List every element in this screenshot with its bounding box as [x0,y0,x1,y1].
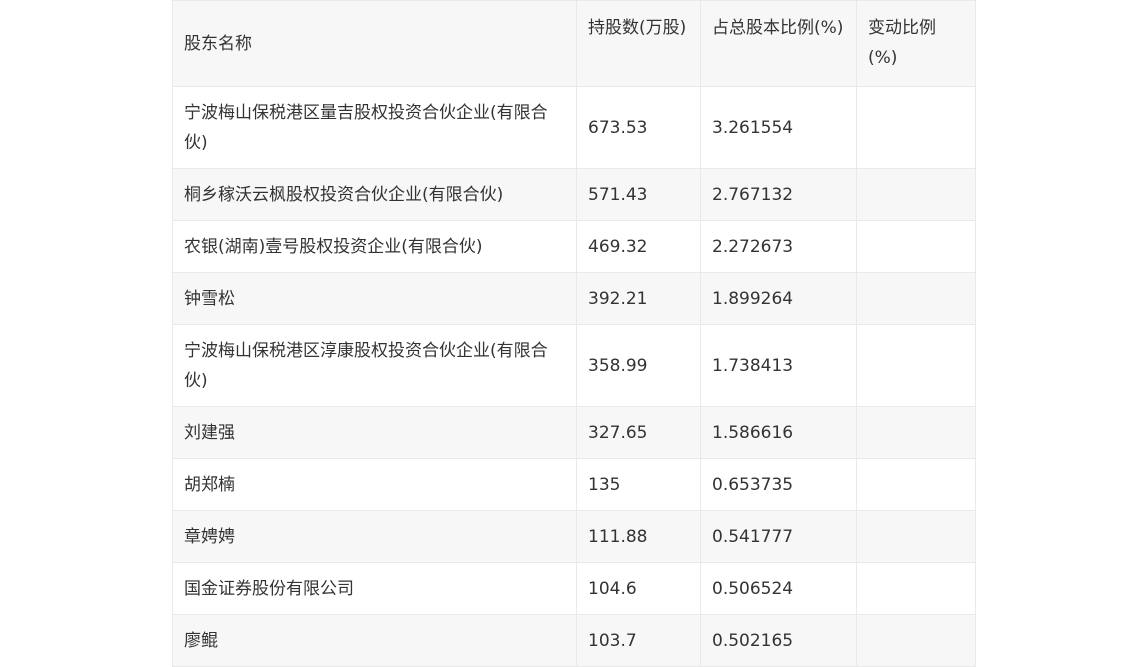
cell-change [856,272,976,325]
shareholder-table-container: 股东名称 持股数(万股) 占总股本比例(%) 变动比例(%) 宁波梅山保税港区量… [172,0,976,667]
cell-change [856,220,976,273]
table-body: 宁波梅山保税港区量吉股权投资合伙企业(有限合伙) 673.53 3.261554… [172,86,976,667]
cell-shares: 327.65 [576,406,701,459]
table-row: 宁波梅山保税港区淳康股权投资合伙企业(有限合伙) 358.99 1.738413 [172,324,976,407]
cell-shares: 571.43 [576,168,701,221]
table-header: 股东名称 持股数(万股) 占总股本比例(%) 变动比例(%) [172,0,976,87]
table-row: 桐乡稼沃云枫股权投资合伙企业(有限合伙) 571.43 2.767132 [172,168,976,221]
header-shares: 持股数(万股) [576,0,701,87]
cell-change [856,168,976,221]
cell-shares: 469.32 [576,220,701,273]
cell-shares: 103.7 [576,614,701,667]
cell-shareholder-name: 胡郑楠 [172,458,577,511]
cell-shares: 392.21 [576,272,701,325]
cell-ratio: 0.653735 [700,458,857,511]
cell-shareholder-name: 章娉娉 [172,510,577,563]
header-ratio: 占总股本比例(%) [700,0,857,87]
cell-shareholder-name: 农银(湖南)壹号股权投资企业(有限合伙) [172,220,577,273]
cell-ratio: 0.541777 [700,510,857,563]
cell-shareholder-name: 宁波梅山保税港区淳康股权投资合伙企业(有限合伙) [172,324,577,407]
cell-shareholder-name: 钟雪松 [172,272,577,325]
cell-ratio: 1.899264 [700,272,857,325]
cell-shares: 135 [576,458,701,511]
cell-ratio: 2.272673 [700,220,857,273]
cell-change [856,324,976,407]
cell-ratio: 3.261554 [700,86,857,169]
table-row: 章娉娉 111.88 0.541777 [172,510,976,563]
table-row: 廖鲲 103.7 0.502165 [172,614,976,667]
cell-ratio: 0.502165 [700,614,857,667]
cell-ratio: 2.767132 [700,168,857,221]
header-row: 股东名称 持股数(万股) 占总股本比例(%) 变动比例(%) [172,0,976,87]
cell-change [856,406,976,459]
cell-change [856,614,976,667]
cell-shares: 104.6 [576,562,701,615]
table-row: 刘建强 327.65 1.586616 [172,406,976,459]
cell-shares: 358.99 [576,324,701,407]
table-row: 农银(湖南)壹号股权投资企业(有限合伙) 469.32 2.272673 [172,220,976,273]
table-row: 钟雪松 392.21 1.899264 [172,272,976,325]
cell-change [856,510,976,563]
cell-shareholder-name: 宁波梅山保税港区量吉股权投资合伙企业(有限合伙) [172,86,577,169]
header-change: 变动比例(%) [856,0,976,87]
shareholder-table: 股东名称 持股数(万股) 占总股本比例(%) 变动比例(%) 宁波梅山保税港区量… [172,0,976,667]
table-row: 国金证券股份有限公司 104.6 0.506524 [172,562,976,615]
cell-shareholder-name: 桐乡稼沃云枫股权投资合伙企业(有限合伙) [172,168,577,221]
cell-shareholder-name: 刘建强 [172,406,577,459]
cell-change [856,86,976,169]
table-row: 宁波梅山保税港区量吉股权投资合伙企业(有限合伙) 673.53 3.261554 [172,86,976,169]
cell-ratio: 1.738413 [700,324,857,407]
cell-change [856,562,976,615]
cell-change [856,458,976,511]
cell-shares: 111.88 [576,510,701,563]
cell-ratio: 0.506524 [700,562,857,615]
cell-shareholder-name: 国金证券股份有限公司 [172,562,577,615]
header-shareholder-name: 股东名称 [172,0,577,87]
cell-shareholder-name: 廖鲲 [172,614,577,667]
cell-ratio: 1.586616 [700,406,857,459]
table-row: 胡郑楠 135 0.653735 [172,458,976,511]
cell-shares: 673.53 [576,86,701,169]
